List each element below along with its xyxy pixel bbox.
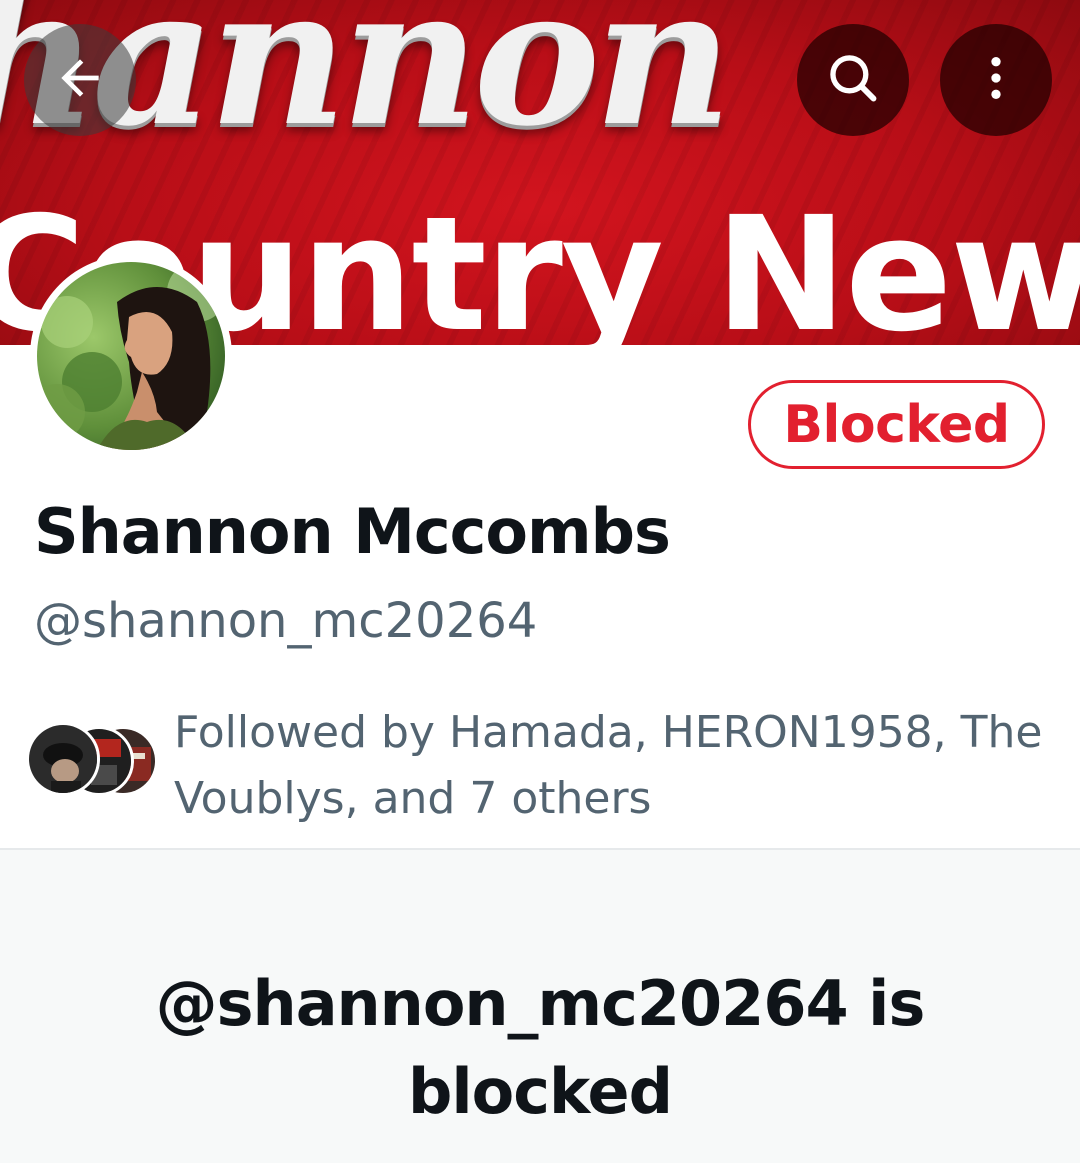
blocked-notice: @shannon_mc20264 is blocked: [0, 850, 1080, 1163]
mutual-avatar: [26, 722, 100, 796]
more-options-button[interactable]: [940, 24, 1052, 136]
mutual-followers-avatars[interactable]: [26, 722, 166, 800]
blocked-notice-title: @shannon_mc20264 is blocked: [155, 967, 926, 1128]
followed-by-text[interactable]: Followed by Hamada, HERON1958, The Voubl…: [174, 700, 1054, 832]
back-button[interactable]: [24, 24, 136, 136]
more-vertical-icon: [968, 50, 1024, 111]
search-icon: [824, 49, 882, 112]
search-button[interactable]: [797, 24, 909, 136]
avatar-image: [37, 262, 225, 450]
profile-avatar[interactable]: [30, 255, 232, 457]
arrow-left-icon: [52, 50, 108, 111]
blocked-button[interactable]: Blocked: [748, 380, 1045, 469]
user-handle: @shannon_mc20264: [34, 593, 538, 649]
display-name: Shannon Mccombs: [34, 495, 671, 568]
